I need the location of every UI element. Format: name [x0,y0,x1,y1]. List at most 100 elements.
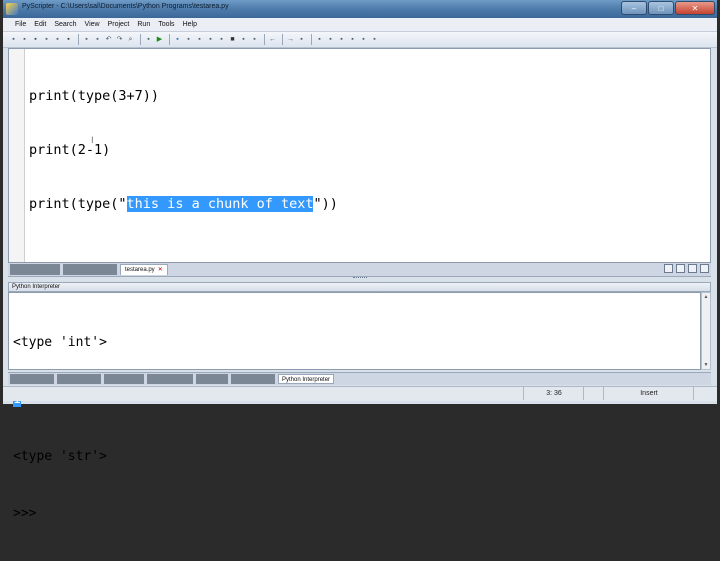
panel-tab-blurred[interactable] [196,374,228,384]
editor-gutter[interactable] [9,49,25,262]
view-buttons [661,264,709,273]
code-line-text: ")) [313,196,338,212]
interpreter-prompt[interactable]: >>> [13,504,107,523]
save-icon[interactable]: ▪ [31,35,40,44]
redo-icon[interactable]: ↷ [115,35,124,44]
selected-text[interactable]: this is a chunk of text [126,196,314,212]
status-message [3,387,523,400]
close-button[interactable]: ✕ [675,1,715,15]
splitter-handle[interactable] [353,277,367,280]
comment-icon[interactable]: ▪ [326,35,335,44]
menu-edit[interactable]: Edit [30,21,50,28]
replace-icon[interactable]: ▪ [144,35,153,44]
copy-icon[interactable]: ▪ [82,35,91,44]
toolbar-separator [264,34,265,45]
undo-icon[interactable]: ↶ [104,35,113,44]
insert-mode: Insert [603,387,694,400]
window-controls: – □ ✕ [620,1,715,15]
title-bar[interactable]: PyScripter - C:\Users\sal\Documents\Pyth… [3,0,717,18]
pyscripter-window: PyScripter - C:\Users\sal\Documents\Pyth… [3,0,717,521]
run-icon[interactable]: ▶ [155,35,164,44]
maximize-button[interactable]: □ [648,1,674,15]
python-interpreter[interactable]: <type 'int'> 1 <type 'str'> >>> [8,292,701,521]
print-icon[interactable]: ▪ [53,35,62,44]
code-text[interactable]: print(type(3+7)) print(2-1) print(type("… [29,51,338,249]
indent-icon[interactable]: ▪ [297,35,306,44]
scroll-up-icon[interactable]: ▲ [703,294,709,300]
code-line-text: print(2-1) [29,142,111,158]
menu-help[interactable]: Help [179,21,201,28]
bottom-panel-tabs: Python Interpreter [8,372,711,385]
window-title: PyScripter - C:\Users\sal\Documents\Pyth… [22,3,229,10]
step-out-icon[interactable]: ▪ [206,35,215,44]
panel-tab-blurred[interactable] [104,374,144,384]
status-grip [693,387,718,400]
mouse-ibeam-cursor: I [91,136,94,146]
tile-icon[interactable] [700,264,709,273]
layout-icon[interactable] [664,264,673,273]
close-tab-icon[interactable]: ✕ [158,267,163,273]
step-over-icon[interactable]: ▪ [195,35,204,44]
menu-project[interactable]: Project [104,21,134,28]
status-bar: 3: 36 Insert [3,386,717,401]
toggle-breakpoint-icon[interactable]: ▪ [239,35,248,44]
debug-icon[interactable]: ▪ [173,35,182,44]
code-line[interactable]: print(type("this is a chunk of text")) [29,195,338,213]
panel-tab-blurred[interactable] [147,374,193,384]
editor-tab-bar: testarea.py ✕ [8,263,711,277]
menu-run[interactable]: Run [133,21,154,28]
menu-tools[interactable]: Tools [154,21,178,28]
main-toolbar: ▪ ▪ ▪ ▪ ▪ ▪ ▪ ▪ ↶ ↷ ⌕ ▪ ▶ ▪ ▪ ▪ ▪ ▪ ■ ▪ ▪ ← → ▪ ▪ ▪ ▪ ▪ ▪ ▪ [3,32,717,48]
menu-bar: File Edit Search View Project Run Tools … [3,18,717,32]
code-line[interactable]: print(2-1) [29,141,338,159]
abort-icon[interactable]: ■ [228,35,237,44]
open-file-icon[interactable]: ▪ [20,35,29,44]
paste-icon[interactable]: ▪ [93,35,102,44]
forward-icon[interactable]: → [286,35,295,44]
minimize-button[interactable]: – [621,1,647,15]
save-all-icon[interactable]: ▪ [42,35,51,44]
toolbar-separator [140,34,141,45]
folder-icon[interactable] [676,264,685,273]
tab-space-icon[interactable]: ▪ [348,35,357,44]
toolbar-separator [169,34,170,45]
run-to-cursor-icon[interactable]: ▪ [217,35,226,44]
code-editor[interactable]: print(type(3+7)) print(2-1) print(type("… [8,48,711,263]
dedent-icon[interactable]: ▪ [315,35,324,44]
interpreter-title: Python Interpreter [12,284,61,290]
find-icon[interactable]: ⌕ [126,35,135,44]
panel-tab-blurred[interactable] [231,374,275,384]
step-into-icon[interactable]: ▪ [184,35,193,44]
toolbar-separator [282,34,283,45]
uncomment-icon[interactable]: ▪ [337,35,346,44]
toolbar-separator [78,34,79,45]
interpreter-scrollbar[interactable]: ▲ ▼ [701,292,711,370]
cursor-position: 3: 36 [523,387,584,400]
scroll-down-icon[interactable]: ▼ [703,362,709,368]
pyscripter-app-icon [6,3,18,15]
code-line-text: print(type(3+7)) [29,88,160,104]
new-file-icon[interactable]: ▪ [9,35,18,44]
menu-search[interactable]: Search [50,21,80,28]
interpreter-line: <type 'str'> [13,449,107,464]
interpreter-output[interactable]: <type 'int'> 1 <type 'str'> >>> [13,295,107,561]
menu-view[interactable]: View [81,21,104,28]
toolbar-separator [311,34,312,45]
tab-testarea-py[interactable]: testarea.py ✕ [120,264,168,275]
cut-icon[interactable]: ▪ [64,35,73,44]
interpreter-header: Python Interpreter [8,282,711,292]
code-line[interactable]: print(type(3+7)) [29,87,338,105]
code-line-text: print(type(" [29,196,127,212]
editor-tab-blurred[interactable] [63,264,117,275]
panel-tab-blurred[interactable] [57,374,101,384]
tab-label: testarea.py [125,267,155,273]
show-whitespace-icon[interactable]: ▪ [359,35,368,44]
panel-tab-blurred[interactable] [10,374,54,384]
clear-breakpoints-icon[interactable]: ▪ [250,35,259,44]
back-icon[interactable]: ← [268,35,277,44]
menu-file[interactable]: File [11,21,30,28]
word-wrap-icon[interactable]: ▪ [370,35,379,44]
window-list-icon[interactable] [688,264,697,273]
editor-tab-blurred[interactable] [10,264,60,275]
tab-python-interpreter[interactable]: Python Interpreter [278,374,335,384]
